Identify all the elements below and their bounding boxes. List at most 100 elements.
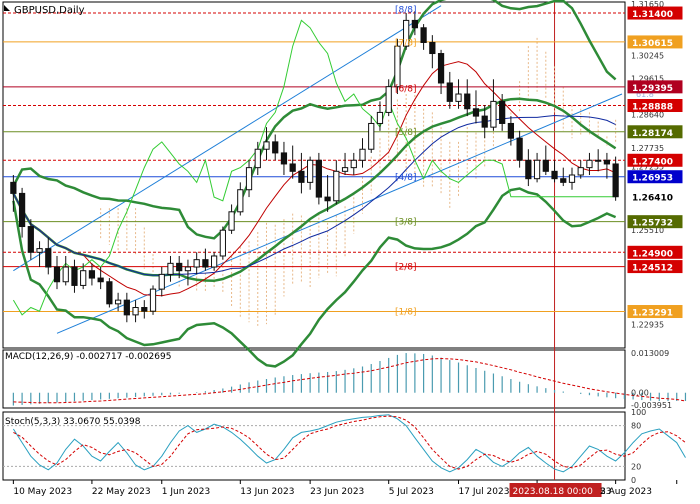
- price-tag-label: 1.26953: [632, 174, 673, 184]
- stochastic-axis-tick-label: 80: [631, 422, 641, 431]
- cursor-date-label: 2023.08.18 00:00: [513, 487, 594, 497]
- date-tick-label: 23 Jun 2023: [310, 487, 364, 497]
- candle-body: [595, 159, 602, 162]
- date-tick-label: 23: [600, 487, 611, 497]
- candle-body: [211, 255, 218, 268]
- candle-body: [141, 307, 148, 312]
- candle-body: [376, 111, 384, 124]
- candle-body: [289, 163, 296, 172]
- candle-body: [472, 108, 480, 117]
- candle-body: [10, 181, 17, 194]
- date-tick-label: 10 May 2023: [13, 487, 72, 497]
- price-tag-label: 1.31400: [632, 10, 673, 20]
- price-tag-label: 1.27400: [632, 157, 673, 167]
- candle-body: [359, 148, 366, 161]
- candle-body: [516, 137, 523, 161]
- candle-body: [123, 299, 130, 316]
- candle-body: [411, 19, 418, 29]
- price-tag-label: 1.29395: [632, 84, 673, 94]
- candle-body: [455, 93, 462, 102]
- candle-body: [80, 270, 87, 286]
- candle-body: [568, 174, 576, 183]
- candle-body: [315, 159, 322, 198]
- date-tick-label: 17 Jul 2023: [459, 487, 510, 497]
- candle-body: [71, 266, 78, 286]
- date-tick-label: 22 May 2023: [92, 487, 151, 497]
- candle-body: [551, 170, 558, 180]
- price-tag-label: 1.24512: [632, 264, 673, 274]
- candle-body: [499, 100, 506, 124]
- candle-body: [324, 196, 331, 202]
- candle-body: [394, 45, 401, 88]
- candle-body: [193, 259, 200, 268]
- candle-body: [507, 122, 515, 139]
- candle-body: [341, 167, 349, 172]
- candle-body: [149, 288, 157, 312]
- candle-body: [254, 148, 261, 169]
- candle-body: [298, 170, 305, 183]
- chart-svg: [8/8] [7/8] [6/8] [5/8] [4/8] [3/8] [2/8] [1/8]…: [2, 0, 687, 497]
- candle-body: [114, 299, 122, 305]
- price-axis-tick-label: 1.27735: [631, 144, 664, 153]
- candle-body: [560, 178, 567, 183]
- candle-body: [106, 281, 113, 305]
- candle-body: [350, 159, 357, 169]
- candle-body: [542, 159, 549, 172]
- stochastic-axis-tick-label: 0: [631, 476, 636, 485]
- macd-axis-tick-label: 0.00: [631, 389, 649, 398]
- price-panel-frame: [2, 1, 626, 349]
- chart-symbol-title: GBPUSD,Daily: [14, 5, 85, 16]
- candle-body: [333, 170, 340, 202]
- candle-body: [228, 211, 235, 231]
- candle-body: [202, 259, 209, 268]
- candle-body: [368, 122, 375, 150]
- candle-body: [219, 229, 226, 257]
- price-tag-label: 1.28888: [632, 103, 673, 113]
- date-tick-label: 1 Jun 2023: [162, 487, 210, 497]
- candle-body: [97, 277, 104, 283]
- candle-body: [45, 248, 52, 268]
- candle-body: [280, 152, 288, 165]
- candle-body: [167, 262, 174, 275]
- candle-body: [533, 159, 541, 180]
- candle-body: [307, 159, 314, 183]
- price-tag-label: 1.25732: [632, 219, 673, 229]
- candle-body: [603, 159, 611, 165]
- price-axis-tick-label: 1.30245: [631, 52, 664, 61]
- candle-body: [263, 141, 270, 150]
- murrey-level-label: [4/8]: [395, 173, 417, 183]
- candle-body: [18, 192, 26, 228]
- price-tag-label: 1.23291: [632, 309, 673, 319]
- candle-body: [481, 115, 488, 128]
- price-tag-label: 1.24900: [632, 249, 673, 259]
- price-tag-label: 1.28174: [632, 129, 673, 139]
- murrey-level-label: [2/8]: [395, 263, 417, 273]
- murrey-level-label: [8/8]: [395, 5, 417, 15]
- candle-body: [88, 270, 96, 279]
- price-axis: 1.316501.302451.296151.286401.277351.272…: [627, 0, 683, 485]
- candle-body: [27, 226, 34, 253]
- date-axis: 10 May 2023 22 May 2023 1 Jun 2023 13 Jun 2…: [12, 480, 678, 497]
- stochastic-axis-tick-label: 20: [631, 462, 641, 471]
- murrey-level-label: [5/8]: [395, 128, 417, 138]
- murrey-level-label: [6/8]: [395, 85, 417, 95]
- chart-window: [8/8] [7/8] [6/8] [5/8] [4/8] [3/8] [2/8] [1/8]…: [0, 0, 700, 500]
- stochastic-label: Stoch(5,3,3) 33.0670 55.0398: [5, 417, 141, 427]
- price-axis-tick-label: 1.22935: [631, 321, 664, 330]
- macd-axis-tick-label: 0.013009: [631, 349, 669, 358]
- candle-body: [53, 266, 61, 283]
- date-tick-label: 5 Jul 2023: [389, 487, 434, 497]
- candle-body: [385, 86, 392, 113]
- candle-body: [420, 27, 427, 43]
- candle-body: [237, 189, 244, 213]
- candle-body: [612, 163, 619, 198]
- candle-body: [176, 262, 183, 272]
- macd-label: MACD(12,26,9) -0.002717 -0.002695: [5, 352, 171, 362]
- stochastic-axis-tick-label: 100: [631, 408, 646, 417]
- candle-body: [272, 141, 279, 154]
- candle-body: [132, 307, 139, 316]
- candle-body: [464, 93, 471, 110]
- candle-body: [490, 100, 497, 128]
- murrey-level-label: [1/8]: [395, 308, 417, 318]
- date-tick-label: 13 Jun 2023: [240, 487, 294, 497]
